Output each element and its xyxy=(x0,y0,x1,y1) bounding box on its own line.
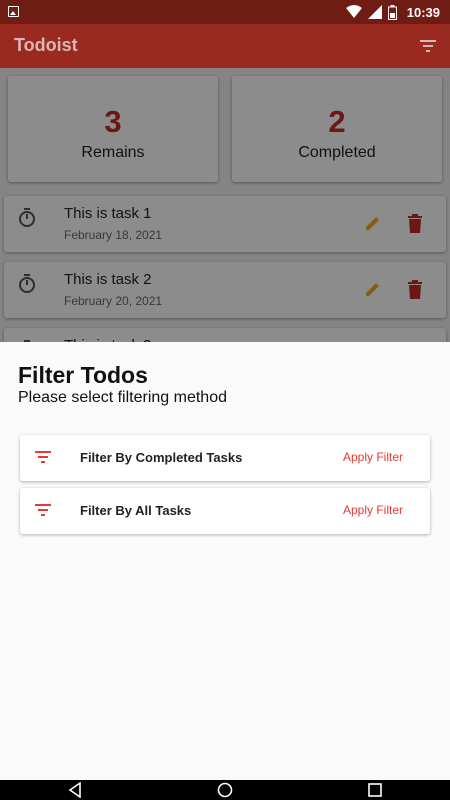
filter-icon[interactable] xyxy=(418,36,438,56)
app-bar: Todoist xyxy=(0,24,450,68)
recents-icon[interactable] xyxy=(367,782,383,798)
filter-option-label: Filter By All Tasks xyxy=(80,503,192,518)
navigation-bar xyxy=(0,780,450,800)
filter-option-label: Filter By Completed Tasks xyxy=(80,450,243,465)
filter-bottom-sheet: Filter Todos Please select filtering met… xyxy=(0,342,450,780)
home-icon[interactable] xyxy=(217,782,233,798)
filter-icon xyxy=(35,451,51,463)
battery-icon xyxy=(387,4,397,20)
filter-icon xyxy=(35,504,51,516)
app-title: Todoist xyxy=(14,35,78,55)
signal-icon xyxy=(367,5,382,19)
apply-filter-button[interactable]: Apply Filter xyxy=(343,503,403,517)
system-icons: 10:39 xyxy=(345,3,440,21)
apply-filter-button[interactable]: Apply Filter xyxy=(343,450,403,464)
sheet-title: Filter Todos xyxy=(18,362,148,388)
back-icon[interactable] xyxy=(67,782,83,798)
modal-scrim[interactable] xyxy=(0,68,450,342)
filter-option-completed[interactable]: Filter By Completed Tasks Apply Filter xyxy=(20,435,430,481)
status-bar: 10:39 xyxy=(0,0,450,24)
wifi-icon xyxy=(345,5,362,18)
filter-option-all[interactable]: Filter By All Tasks Apply Filter xyxy=(20,488,430,534)
sheet-subtitle: Please select filtering method xyxy=(18,389,227,406)
status-time: 10:39 xyxy=(406,4,440,20)
image-icon xyxy=(8,6,19,17)
